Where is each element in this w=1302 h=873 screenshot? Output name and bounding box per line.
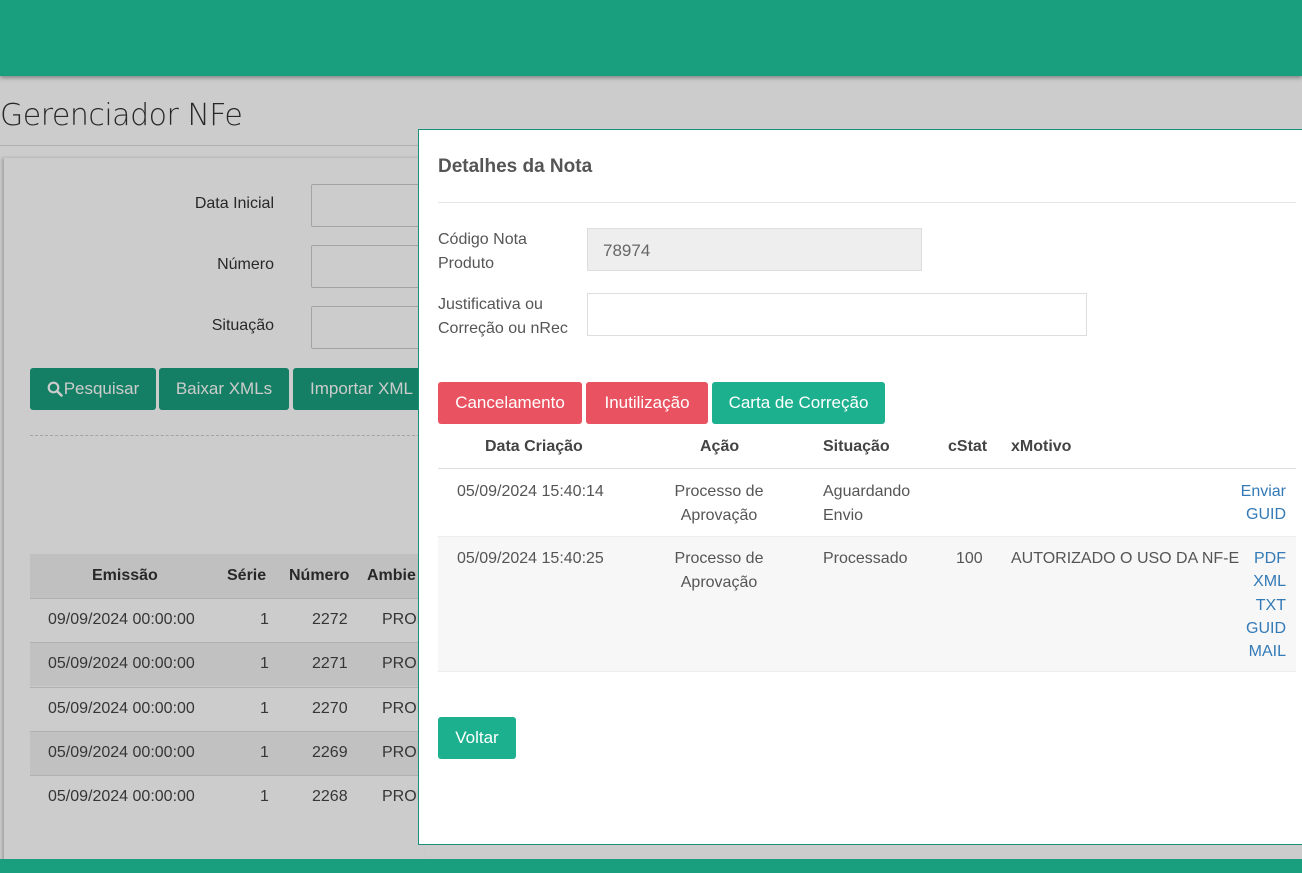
evento-row: 05/09/2024 15:40:25 Processo de Aprovaçã… (438, 537, 1296, 672)
codigo-nota-field: 78974 (587, 228, 922, 271)
cancelamento-button[interactable]: Cancelamento (438, 382, 582, 424)
evento-row: 05/09/2024 15:40:14 Processo de Aprovaçã… (438, 470, 1296, 537)
cell-situacao-line: Processado (823, 550, 908, 567)
voltar-label: Voltar (455, 728, 499, 747)
guid-link[interactable]: GUID (1246, 617, 1286, 640)
cell-acao-line: Aprovação (680, 573, 758, 591)
col-situacao: Situação (823, 438, 890, 455)
top-navbar (0, 0, 1302, 76)
voltar-button[interactable]: Voltar (438, 717, 516, 759)
cell-acao-line: Processo de (674, 550, 764, 567)
col-acao: Ação (700, 438, 740, 455)
cell-xmotivo: AUTORIZADO O USO DA NF-E (1011, 550, 1240, 567)
detalhes-nota-modal: Detalhes da Nota Código Nota Produto 789… (418, 129, 1302, 845)
cell-situacao-line: Aguardando (823, 483, 911, 500)
row-actions: PDF XML TXT GUID MAIL (1246, 547, 1286, 663)
mail-link[interactable]: MAIL (1246, 640, 1286, 663)
cell-acao-line: Aprovação (680, 506, 758, 524)
cancelamento-label: Cancelamento (455, 393, 565, 412)
cell-situacao-line: Envio (823, 506, 864, 524)
enviar-link[interactable]: Enviar (1241, 480, 1286, 503)
col-data-criacao: Data Criação (485, 438, 583, 455)
modal-title: Detalhes da Nota (438, 156, 593, 177)
justificativa-label: Justificativa ou Correção ou nRec (438, 296, 568, 337)
pdf-link[interactable]: PDF (1246, 547, 1286, 570)
row-actions: Enviar GUID (1241, 480, 1286, 527)
cell-acao: Processo de Aprovação (658, 480, 780, 527)
col-xmotivo: xMotivo (1011, 438, 1072, 455)
txt-link[interactable]: TXT (1246, 594, 1286, 617)
cell-cstat: 100 (956, 550, 983, 567)
cell-data: 05/09/2024 15:40:14 (457, 483, 604, 500)
cell-situacao: Processado (823, 547, 908, 571)
guid-link[interactable]: GUID (1241, 503, 1286, 526)
cell-acao: Processo de Aprovação (658, 547, 780, 594)
carta-correcao-button[interactable]: Carta de Correção (712, 382, 885, 424)
cell-situacao: Aguardando Envio (823, 480, 910, 527)
inutilizacao-label: Inutilização (604, 393, 690, 412)
cell-data: 05/09/2024 15:40:25 (457, 550, 604, 567)
inutilizacao-button[interactable]: Inutilização (586, 382, 708, 424)
xml-link[interactable]: XML (1246, 570, 1286, 593)
col-cstat: cStat (948, 438, 988, 455)
eventos-table-header: Data Criação Ação Situação cStat xMotivo (438, 425, 1296, 469)
carta-label: Carta de Correção (728, 393, 869, 412)
bottom-bar (0, 859, 1302, 873)
modal-header-divider (438, 202, 1296, 203)
justificativa-field[interactable] (587, 293, 1087, 336)
cell-acao-line: Processo de (674, 483, 764, 500)
codigo-label: Código Nota Produto (438, 231, 527, 272)
